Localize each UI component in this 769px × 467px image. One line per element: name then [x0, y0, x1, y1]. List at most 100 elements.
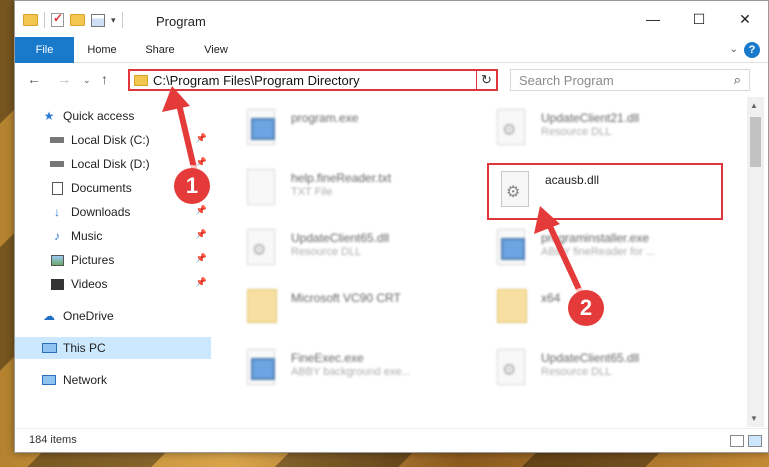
- file-name: acausb.dll: [545, 173, 600, 187]
- address-bar[interactable]: C:\Program Files\Program Directory ⌄: [128, 69, 496, 91]
- file-item[interactable]: program.exe: [235, 103, 475, 151]
- folder-icon: [23, 14, 38, 26]
- customize-icon[interactable]: [91, 13, 105, 27]
- sidebar-item-label: This PC: [63, 341, 106, 355]
- pin-icon[interactable]: 📌: [196, 133, 207, 144]
- up-arrow-icon[interactable]: ↑: [101, 71, 108, 87]
- ribbon-tabs: File Home Share View ⌄ ?: [15, 37, 768, 85]
- file-name: UpdateClient65.dll: [291, 231, 390, 245]
- expand-ribbon-icon[interactable]: ⌄: [730, 44, 738, 55]
- file-name: help.fineReader.txt: [291, 171, 392, 185]
- file-item[interactable]: FineExec.exe ABBY background exe...: [235, 343, 475, 391]
- sidebar-item-quick-access[interactable]: ★ Quick access: [15, 105, 211, 127]
- sidebar-item-local-disk-c[interactable]: Local Disk (C:) 📌: [15, 129, 211, 151]
- search-icon[interactable]: ⌕: [734, 72, 741, 88]
- sidebar-item-onedrive[interactable]: ☁ OneDrive: [15, 305, 211, 327]
- help-icon[interactable]: ?: [744, 42, 760, 58]
- sidebar-item-music[interactable]: ♪ Music 📌: [15, 225, 211, 247]
- file-name: UpdateClient21.dll: [541, 111, 640, 125]
- refresh-button[interactable]: ↻: [476, 69, 498, 91]
- item-count: 184 items: [29, 434, 77, 446]
- vertical-scrollbar[interactable]: ▲ ▼: [747, 97, 764, 427]
- installer-icon: [497, 229, 529, 265]
- forward-arrow-icon[interactable]: →: [57, 71, 71, 87]
- sidebar-item-network[interactable]: Network: [15, 369, 211, 391]
- close-button[interactable]: ✕: [722, 1, 768, 37]
- pin-icon[interactable]: 📌: [196, 157, 207, 168]
- file-list: program.exe UpdateClient21.dll Resource …: [225, 97, 747, 427]
- file-name: Microsoft VC90 CRT: [291, 291, 401, 305]
- sidebar-item-this-pc[interactable]: This PC: [15, 337, 211, 359]
- file-name: program.exe: [291, 111, 359, 125]
- back-arrow-icon[interactable]: ←: [27, 71, 41, 87]
- star-icon: ★: [43, 109, 55, 123]
- pin-icon[interactable]: 📌: [196, 205, 207, 216]
- pin-icon[interactable]: 📌: [196, 277, 207, 288]
- sidebar-item-label: Pictures: [71, 253, 115, 267]
- tab-view[interactable]: View: [197, 37, 235, 63]
- status-bar: 184 items: [15, 428, 768, 452]
- file-item[interactable]: x64: [485, 283, 725, 331]
- file-explorer-window: ▾ Program — ☐ ✕ File Home Share View ⌄ ?…: [14, 0, 769, 453]
- scroll-down-icon[interactable]: ▼: [750, 414, 758, 423]
- window-controls: — ☐ ✕: [630, 1, 768, 37]
- scroll-up-icon[interactable]: ▲: [750, 101, 758, 110]
- sidebar-item-label: Local Disk (D:): [71, 157, 150, 171]
- file-item[interactable]: Microsoft VC90 CRT: [235, 283, 475, 331]
- file-name: UpdateClient65.dll: [541, 351, 640, 365]
- sidebar-item-label: Music: [71, 229, 103, 243]
- file-type: Resource DLL: [541, 126, 612, 138]
- toolbar-divider: [121, 12, 123, 28]
- chevron-down-icon[interactable]: ▾: [111, 15, 116, 26]
- new-folder-icon[interactable]: [70, 14, 85, 26]
- sidebar-item-pictures[interactable]: Pictures 📌: [15, 249, 211, 271]
- pin-icon[interactable]: 📌: [196, 229, 207, 240]
- file-item[interactable]: UpdateClient65.dll Resource DLL: [485, 343, 725, 391]
- drive-icon: [49, 157, 65, 171]
- folder-icon: [497, 289, 529, 325]
- file-name: x64: [541, 291, 561, 305]
- sidebar-item-label: Quick access: [63, 109, 135, 123]
- videos-icon: [49, 277, 65, 291]
- file-type: Resource DLL: [291, 246, 362, 258]
- large-icons-view-icon[interactable]: [748, 435, 762, 447]
- dll-gear-icon: [501, 171, 533, 207]
- documents-icon: [49, 181, 65, 195]
- music-icon: ♪: [54, 229, 60, 243]
- maximize-button[interactable]: ☐: [676, 1, 722, 37]
- search-input[interactable]: Search Program ⌕: [510, 69, 750, 91]
- scroll-thumb[interactable]: [750, 117, 761, 167]
- sidebar-item-label: Local Disk (C:): [71, 133, 150, 147]
- file-item[interactable]: UpdateClient65.dll Resource DLL: [235, 223, 475, 271]
- file-item-selected[interactable]: acausb.dll: [487, 163, 723, 220]
- callout-badge-2: 2: [568, 290, 604, 326]
- tab-share[interactable]: Share: [139, 37, 181, 63]
- exe-icon: [247, 349, 279, 385]
- search-placeholder: Search Program: [519, 73, 614, 88]
- recent-locations-icon[interactable]: ⌄: [83, 75, 91, 86]
- file-item[interactable]: programinstaller.exe ABBY fineReader for…: [485, 223, 725, 271]
- sidebar-item-label: Documents: [71, 181, 132, 195]
- sidebar-item-label: OneDrive: [63, 309, 114, 323]
- sidebar-item-downloads[interactable]: ↓ Downloads 📌: [15, 201, 211, 223]
- sidebar-item-label: Downloads: [71, 205, 131, 219]
- file-type: Resource DLL: [541, 366, 612, 378]
- pictures-icon: [49, 253, 65, 267]
- quick-access-toolbar: ▾: [23, 11, 123, 28]
- address-path[interactable]: C:\Program Files\Program Directory: [153, 73, 360, 88]
- computer-icon: [41, 341, 57, 355]
- file-type: ABBY fineReader for ...: [541, 246, 656, 258]
- sidebar-item-videos[interactable]: Videos 📌: [15, 273, 211, 295]
- file-item[interactable]: help.fineReader.txt TXT File: [235, 163, 475, 211]
- program-icon: [247, 109, 279, 145]
- file-item[interactable]: UpdateClient21.dll Resource DLL: [485, 103, 725, 151]
- folder-icon: [134, 75, 148, 86]
- file-type: ABBY background exe...: [291, 366, 411, 378]
- pin-icon[interactable]: 📌: [196, 253, 207, 264]
- sidebar-item-label: Network: [63, 373, 108, 387]
- dll-icon: [247, 229, 279, 265]
- minimize-button[interactable]: —: [630, 1, 676, 37]
- tab-home[interactable]: Home: [79, 37, 125, 63]
- details-view-icon[interactable]: [730, 435, 744, 447]
- properties-check-icon[interactable]: [51, 11, 64, 27]
